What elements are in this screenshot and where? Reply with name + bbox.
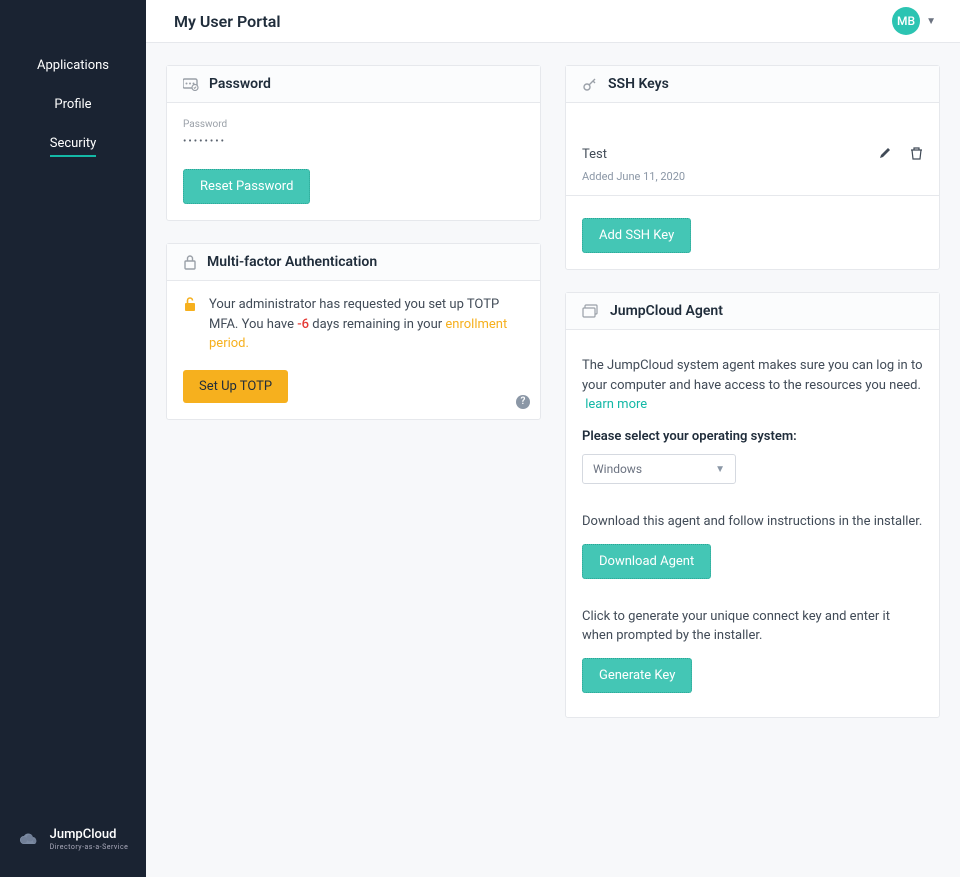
card-body: Your administrator has requested you set…: [167, 281, 540, 419]
mfa-alert: Your administrator has requested you set…: [183, 295, 524, 354]
agent-description-text: The JumpCloud system agent makes sure yo…: [582, 358, 922, 393]
card-body: Test Added June 11, 2020: [566, 103, 939, 269]
setup-totp-button[interactable]: Set Up TOTP: [183, 370, 288, 403]
ssh-key-row: Test: [566, 103, 939, 164]
sidebar: Applications Profile Security JumpCloud …: [0, 0, 146, 877]
agent-card: JumpCloud Agent The JumpCloud system age…: [565, 292, 940, 718]
learn-more-link[interactable]: learn more: [585, 397, 647, 412]
content: Password Password •••••••• Reset Passwor…: [146, 43, 960, 740]
edit-icon[interactable]: [878, 145, 892, 164]
sidebar-item-security[interactable]: Security: [0, 124, 146, 163]
chevron-down-icon: ▼: [926, 16, 936, 27]
sidebar-item-label: Security: [50, 136, 97, 157]
lock-open-icon: [183, 296, 197, 354]
ssh-key-actions: [878, 145, 923, 164]
download-instruction: Download this agent and follow instructi…: [582, 512, 923, 532]
card-title: Multi-factor Authentication: [207, 254, 377, 270]
card-header: Password: [167, 66, 540, 103]
card-header: JumpCloud Agent: [566, 293, 939, 330]
sidebar-item-profile[interactable]: Profile: [0, 85, 146, 124]
os-label: Please select your operating system:: [582, 427, 923, 447]
card-header: SSH Keys: [566, 66, 939, 103]
topbar: My User Portal MB ▼: [146, 0, 960, 43]
page-title: My User Portal: [174, 12, 281, 31]
avatar: MB: [892, 7, 920, 35]
reset-password-button[interactable]: Reset Password: [183, 169, 310, 204]
left-column: Password Password •••••••• Reset Passwor…: [166, 65, 541, 420]
card-body: Password •••••••• Reset Password: [167, 103, 540, 220]
sidebar-item-label: Profile: [54, 97, 91, 112]
right-column: SSH Keys Test Adde: [565, 65, 940, 718]
card-header: Multi-factor Authentication: [167, 244, 540, 281]
sidebar-nav: Applications Profile Security: [0, 0, 146, 163]
password-masked-value: ••••••••: [183, 136, 524, 147]
cloud-icon: [18, 832, 44, 848]
mfa-days-remaining: -6: [297, 317, 309, 332]
generate-key-button[interactable]: Generate Key: [582, 658, 692, 693]
chevron-down-icon: ▼: [715, 462, 725, 477]
brand-logo: JumpCloud Directory-as-a-Service: [0, 828, 146, 851]
password-field-label: Password: [183, 119, 524, 130]
mfa-alert-text-2: days remaining in your: [309, 317, 445, 332]
os-select[interactable]: Windows ▼: [582, 454, 736, 484]
help-icon[interactable]: ?: [516, 395, 530, 409]
key-instruction: Click to generate your unique connect ke…: [582, 607, 923, 646]
brand-tagline: Directory-as-a-Service: [50, 843, 129, 851]
card-body: The JumpCloud system agent makes sure yo…: [566, 330, 939, 717]
card-title: SSH Keys: [608, 76, 669, 92]
ssh-key-name: Test: [582, 147, 607, 162]
ssh-key-date: Added June 11, 2020: [566, 164, 939, 183]
key-icon: [582, 76, 598, 92]
sidebar-item-label: Applications: [37, 58, 109, 73]
lock-icon: [183, 254, 197, 270]
card-title: JumpCloud Agent: [610, 303, 723, 319]
trash-icon[interactable]: [910, 145, 923, 164]
agent-description: The JumpCloud system agent makes sure yo…: [582, 356, 923, 415]
mfa-card: Multi-factor Authentication Your adminis…: [166, 243, 541, 420]
password-card: Password Password •••••••• Reset Passwor…: [166, 65, 541, 221]
add-ssh-key-button[interactable]: Add SSH Key: [582, 218, 691, 253]
sidebar-item-applications[interactable]: Applications: [0, 46, 146, 85]
agent-icon: [582, 304, 600, 318]
ssh-keys-card: SSH Keys Test Adde: [565, 65, 940, 270]
card-title: Password: [209, 76, 271, 92]
brand-name: JumpCloud: [50, 828, 129, 841]
download-agent-button[interactable]: Download Agent: [582, 544, 711, 579]
main: My User Portal MB ▼ Password Password ••…: [146, 0, 960, 877]
os-selected-value: Windows: [593, 460, 642, 478]
password-icon: [183, 77, 199, 91]
user-menu[interactable]: MB ▼: [892, 7, 936, 35]
